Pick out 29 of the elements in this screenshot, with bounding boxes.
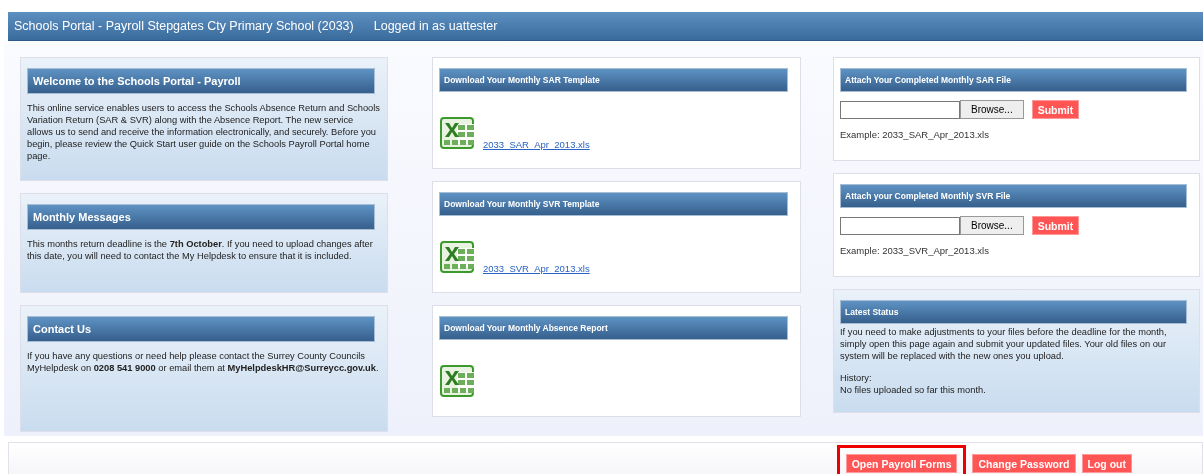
panel-header: Monthly Messages (27, 204, 375, 230)
panel-text: History: No files uploaded so far this month. (840, 372, 987, 396)
panel-header: Attach Your Completed Monthly SAR File (840, 68, 1187, 92)
panel-text: This months return deadline is the 7th October. If you need to upload changes after this date, you will need to contact the My Helpdesk to ensure that it is included. (27, 238, 374, 262)
browse-button[interactable]: Browse... (960, 216, 1024, 235)
panel-text: This online service enables users to access the Schools Absence Return and Schools Variation Return (SAR & SVR) along with the Absence Report. The new service allows us to send and receive the information electronically, and securely. Before you begin, please review the Quick Start user guide on the Schools Payroll Portal home page. (27, 102, 381, 162)
panel-header: Download Your Monthly SAR Template (439, 68, 788, 92)
file-link[interactable]: 2033_SVR_Apr_2013.xls (483, 263, 590, 274)
panel-header: Welcome to the Schools Portal - Payroll (27, 68, 375, 94)
browse-button[interactable]: Browse... (960, 100, 1024, 119)
example-text: Example: 2033_SVR_Apr_2013.xls (840, 245, 990, 256)
submit-button[interactable]: Submit (1031, 100, 1080, 119)
panel-header: Contact Us (27, 316, 375, 342)
panel-header: Attach your Completed Monthly SVR File (840, 184, 1187, 208)
footer-button[interactable]: Log out (1081, 454, 1132, 473)
panel-text: If you have any questions or need help please contact the Surrey County Councils MyHelpdesk on 0208 541 9000 or email them at MyHelpdeskHR@Surreycc.gov.uk. (27, 350, 380, 374)
panel-header: Latest Status (840, 300, 1187, 324)
file-path-field[interactable] (840, 100, 960, 119)
file-path-field[interactable] (840, 216, 960, 235)
panel-header: Download Your Monthly SVR Template (439, 192, 788, 216)
panel-text: If you need to make adjustments to your files before the deadline for the month, simply open this page again and submit your updated files. Your old files on our system will be replaced with the new ones you upload. (840, 326, 1168, 362)
footer-button[interactable]: Open Payroll Forms (845, 454, 958, 473)
page-title: Schools Portal - Payroll Stepgates Cty Primary School (2033) (14, 19, 354, 33)
login-status: Logged in as uattester (373, 19, 498, 33)
footer-button[interactable]: Change Password (972, 454, 1076, 473)
file-link[interactable]: 2033_SAR_Apr_2013.xls (483, 139, 590, 150)
example-text: Example: 2033_SAR_Apr_2013.xls (840, 129, 990, 140)
submit-button[interactable]: Submit (1031, 216, 1080, 235)
panel-header: Download Your Monthly Absence Report (439, 316, 788, 340)
